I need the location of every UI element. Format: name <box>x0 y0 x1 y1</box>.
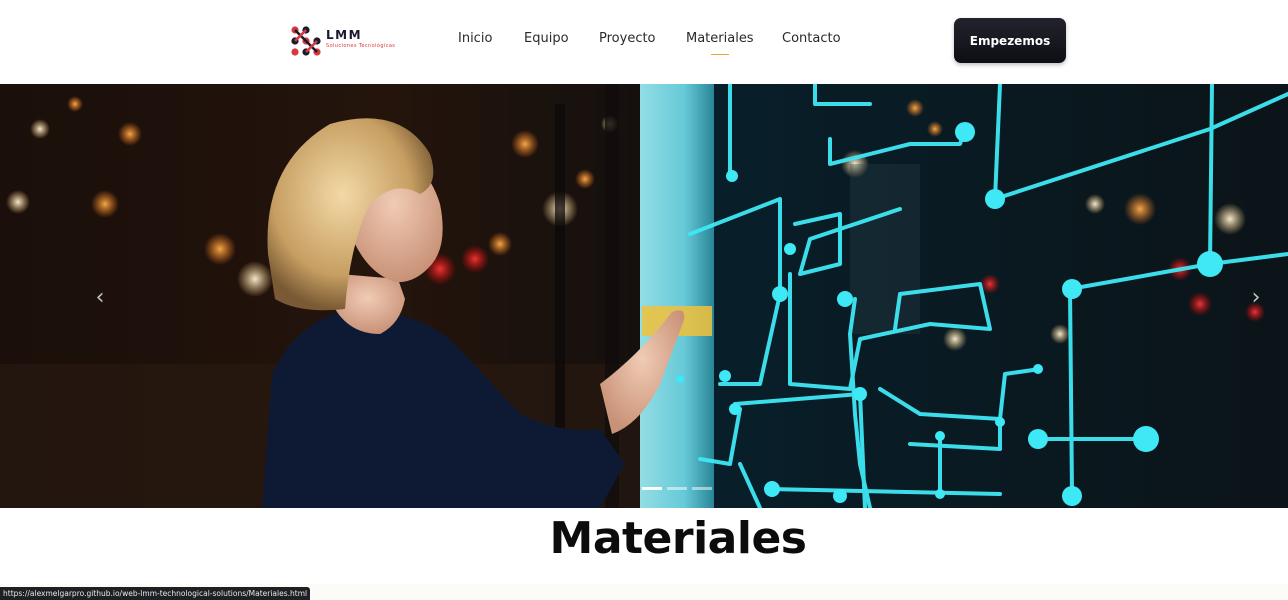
nav-link-equipo[interactable]: Equipo <box>524 31 569 46</box>
chevron-left-icon: ‹ <box>95 284 105 310</box>
navbar: LMM Soluciones Tecnológicas Inicio Equip… <box>0 0 1288 84</box>
nav-link-inicio[interactable]: Inicio <box>458 31 492 46</box>
lmm-logo-icon <box>291 26 321 56</box>
brand-logo-link[interactable]: LMM Soluciones Tecnológicas <box>291 26 395 56</box>
empezemos-button[interactable]: Empezemos <box>954 18 1066 63</box>
carousel-next-button[interactable]: › <box>1236 279 1276 315</box>
nav-link-contacto[interactable]: Contacto <box>782 31 841 46</box>
chevron-right-icon: › <box>1251 284 1261 310</box>
nav-link-proyecto[interactable]: Proyecto <box>599 31 656 46</box>
carousel-slide-image <box>0 84 1288 508</box>
brand-tagline: Soluciones Tecnológicas <box>326 43 396 49</box>
page-title: Materiales <box>549 513 807 564</box>
brand-text: LMM Soluciones Tecnológicas <box>326 28 396 50</box>
brand-name: LMM <box>326 28 363 42</box>
carousel-prev-button[interactable]: ‹ <box>80 279 120 315</box>
carousel-indicator-1[interactable] <box>642 487 662 490</box>
link-preview-status-bar: https://alexmelgarpro.github.io/web-lmm-… <box>0 587 311 600</box>
carousel-indicators <box>642 487 712 490</box>
carousel-indicator-3[interactable] <box>692 487 712 490</box>
nav-link-materiales[interactable]: Materiales <box>686 31 754 46</box>
hero-carousel: ‹ › <box>0 84 1288 508</box>
carousel-indicator-2[interactable] <box>667 487 687 490</box>
